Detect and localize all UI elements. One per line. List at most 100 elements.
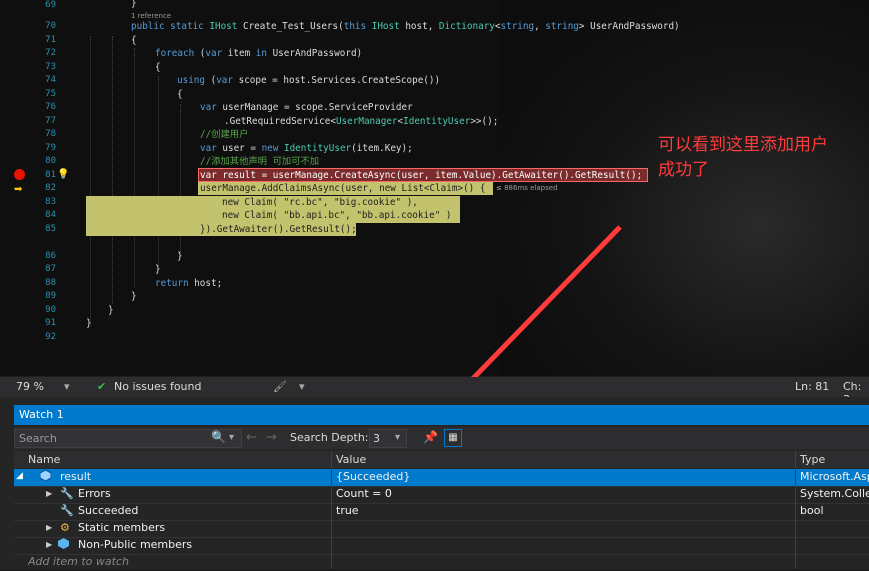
- code-token: item: [222, 48, 256, 59]
- code-token: var: [216, 75, 233, 86]
- indent-guide: [112, 36, 113, 304]
- brush-icon[interactable]: 🖌: [273, 380, 287, 393]
- table-row[interactable]: ◢ result {Succeeded} Microsoft.Asp: [14, 469, 869, 487]
- chevron-down-icon[interactable]: ▾: [299, 380, 305, 393]
- line-indicator[interactable]: Ln: 81: [795, 380, 829, 393]
- watch-name: Errors: [78, 487, 111, 500]
- chevron-down-icon[interactable]: ▾: [395, 432, 400, 443]
- table-row[interactable]: ▶ 🔧 Errors Count = 0 System.Colle: [14, 486, 869, 504]
- lightbulb-icon[interactable]: 💡: [57, 169, 69, 180]
- perf-tip[interactable]: ≤ 886ms elapsed: [496, 184, 558, 192]
- code-line: }: [155, 264, 161, 275]
- column-divider[interactable]: [795, 451, 796, 569]
- code-token: (item.Key);: [351, 143, 413, 154]
- code-token: var: [200, 143, 217, 154]
- search-input[interactable]: Search 🔍 ▾: [14, 429, 242, 448]
- annotation-text: 成功了: [658, 160, 709, 180]
- search-icon[interactable]: 🔍: [211, 430, 226, 444]
- line-number: 87: [45, 264, 56, 274]
- editor-status-bar: 79 % ▾ ✔ No issues found 🖌 ▾ Ln: 81 Ch: …: [0, 377, 869, 406]
- table-row[interactable]: 🔧 Succeeded true bool: [14, 503, 869, 521]
- table-row[interactable]: ▶ Non-Public members: [14, 537, 869, 555]
- line-number: 72: [45, 48, 56, 58]
- expand-arrow-icon[interactable]: ▶: [46, 523, 52, 532]
- watch-tab[interactable]: Watch 1: [14, 405, 869, 425]
- search-depth-label: Search Depth:: [290, 431, 369, 444]
- chevron-down-icon[interactable]: ▾: [229, 432, 234, 443]
- line-number: 81: [45, 170, 56, 180]
- code-token: IHost: [209, 21, 238, 32]
- add-item-row[interactable]: Add item to watch: [14, 554, 869, 571]
- indent-guide: [90, 36, 91, 326]
- code-token: return: [155, 278, 189, 289]
- line-number: 85: [45, 224, 56, 234]
- breakpoint-icon[interactable]: [14, 169, 25, 180]
- watch-name: Succeeded: [78, 504, 139, 517]
- expand-arrow-icon[interactable]: ▶: [46, 489, 52, 498]
- codelens-references[interactable]: 1 reference: [131, 12, 171, 20]
- back-arrow-icon[interactable]: ←: [246, 430, 257, 445]
- code-line: using (var scope = host.Services.CreateS…: [177, 74, 440, 87]
- watch-value[interactable]: Count = 0: [336, 487, 392, 500]
- indent-guide: [134, 48, 135, 288]
- column-header-label: Name: [28, 453, 61, 466]
- chevron-down-icon[interactable]: ▾: [64, 380, 70, 393]
- code-line: }: [108, 305, 114, 316]
- code-line: }: [131, 291, 137, 302]
- line-number: 71: [45, 35, 56, 45]
- column-header-value[interactable]: Value: [332, 451, 796, 468]
- forward-arrow-icon[interactable]: →: [266, 430, 277, 445]
- line-number: 83: [45, 197, 56, 207]
- expand-arrow-icon[interactable]: ▶: [46, 540, 52, 549]
- search-placeholder: Search: [19, 432, 57, 445]
- code-line: {: [177, 89, 183, 100]
- column-header-type[interactable]: Type: [796, 451, 869, 468]
- line-number: 69: [45, 0, 56, 10]
- annotation-text: 可以看到这里添加用户: [658, 135, 828, 155]
- code-token: IdentityUser: [403, 116, 471, 127]
- code-token: host;: [188, 278, 223, 289]
- watch-type: bool: [800, 504, 824, 517]
- line-number: 77: [45, 116, 56, 126]
- code-token: (: [205, 75, 217, 86]
- code-line: new Claim( "bb.api.bc", "bb.api.cookie" …: [222, 210, 452, 221]
- code-token: public static: [131, 21, 210, 32]
- code-line: foreach (var item in UserAndPassword): [155, 47, 362, 60]
- line-number: 89: [45, 291, 56, 301]
- watch-title: Watch 1: [19, 408, 64, 421]
- code-token: IHost: [371, 21, 400, 32]
- watch-panel: Watch 1 Search 🔍 ▾ ← → Search Depth: 3 ▾…: [0, 405, 869, 569]
- pin-icon[interactable]: 📌: [423, 430, 438, 444]
- view-icon[interactable]: ▦: [444, 429, 462, 447]
- table-row[interactable]: ▶ ⚙ Static members: [14, 520, 869, 538]
- code-token: Create_Test_Users(: [237, 21, 344, 32]
- code-token: > UserAndPassword): [578, 21, 680, 32]
- zoom-level[interactable]: 79 %: [16, 380, 44, 393]
- watch-grid: Name Value Type ◢ result {Succeeded} Mic…: [14, 451, 869, 569]
- code-token: using: [177, 75, 205, 86]
- column-header-name[interactable]: Name: [14, 451, 332, 468]
- line-number: 90: [45, 305, 56, 315]
- watch-name: Static members: [78, 521, 166, 534]
- column-header-label: Type: [800, 453, 826, 466]
- code-line: userManage.AddClaimsAsync(user, new List…: [200, 183, 486, 194]
- code-token: var: [205, 48, 223, 59]
- code-token: userManage = scope.ServiceProvider: [216, 102, 413, 113]
- code-token: Dictionary: [438, 21, 495, 32]
- issues-status[interactable]: No issues found: [114, 380, 201, 393]
- watch-type: System.Colle: [800, 487, 869, 500]
- code-token: string: [545, 21, 579, 32]
- code-token: scope = host.Services.CreateScope()): [233, 75, 441, 86]
- watch-value[interactable]: {Succeeded}: [336, 470, 410, 483]
- code-editor[interactable]: 69 70 71 72 73 74 75 76 77 78 79 80 81 8…: [0, 0, 869, 376]
- collapse-arrow-icon[interactable]: ◢: [16, 471, 23, 481]
- watch-value[interactable]: true: [336, 504, 359, 517]
- code-line: public static IHost Create_Test_Users(th…: [131, 20, 680, 33]
- code-token: UserManager: [335, 116, 398, 127]
- indent-guide: [158, 76, 159, 266]
- code-token: ,: [534, 21, 546, 32]
- search-depth-select[interactable]: 3 ▾: [369, 429, 407, 448]
- code-comment: //创建用户: [200, 129, 249, 140]
- watch-type: Microsoft.Asp: [800, 470, 869, 483]
- column-divider[interactable]: [331, 451, 332, 569]
